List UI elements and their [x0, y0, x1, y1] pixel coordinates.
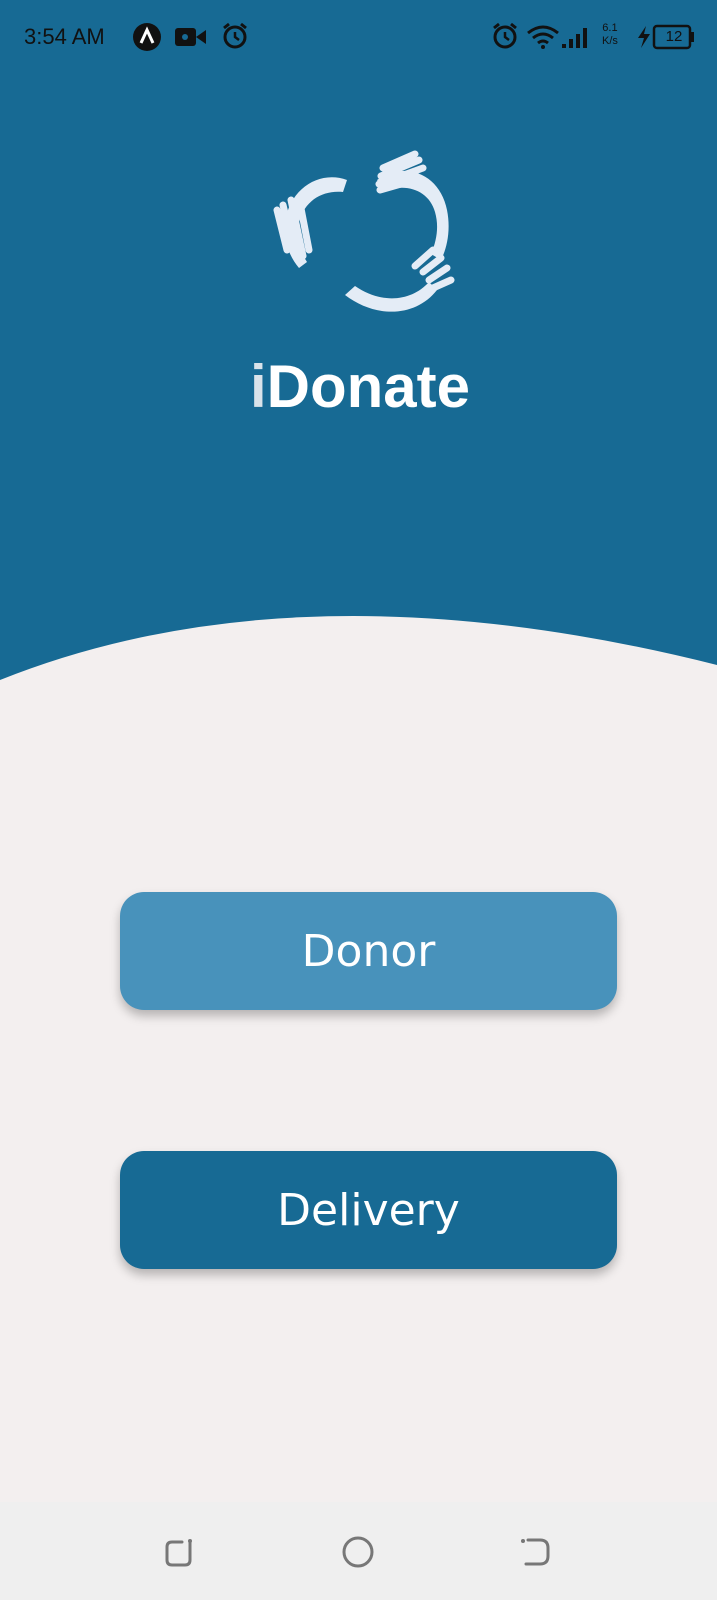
status-time: 3:54 AM [24, 24, 105, 49]
signal-icon [562, 28, 587, 48]
net-speed: 6.1 K/s [602, 22, 618, 48]
app-brand-title: iDonate [250, 352, 510, 421]
brand-rest: Donate [266, 353, 471, 420]
alarm-icon [223, 22, 247, 49]
alarm-icon [493, 22, 517, 49]
charging-icon [638, 26, 650, 48]
video-camera-icon [175, 28, 206, 46]
app-notification-icon [133, 23, 161, 51]
hands-heart-logo [273, 150, 455, 312]
home-icon[interactable] [338, 1532, 378, 1572]
battery-level: 12 [665, 28, 683, 45]
net-speed-value: 6.1 [602, 22, 618, 34]
wifi-icon [527, 25, 559, 49]
net-speed-unit: K/s [602, 35, 618, 47]
status-bar: 3:54 AM 6.1 K/s 12 [0, 0, 717, 72]
brand-i: i [250, 353, 267, 420]
donor-button[interactable]: Donor [120, 892, 617, 1010]
delivery-button[interactable]: Delivery [120, 1151, 617, 1269]
navigation-bar [0, 1502, 717, 1600]
recent-apps-icon[interactable] [160, 1532, 200, 1572]
header-background [0, 0, 717, 680]
back-icon[interactable] [516, 1532, 556, 1572]
